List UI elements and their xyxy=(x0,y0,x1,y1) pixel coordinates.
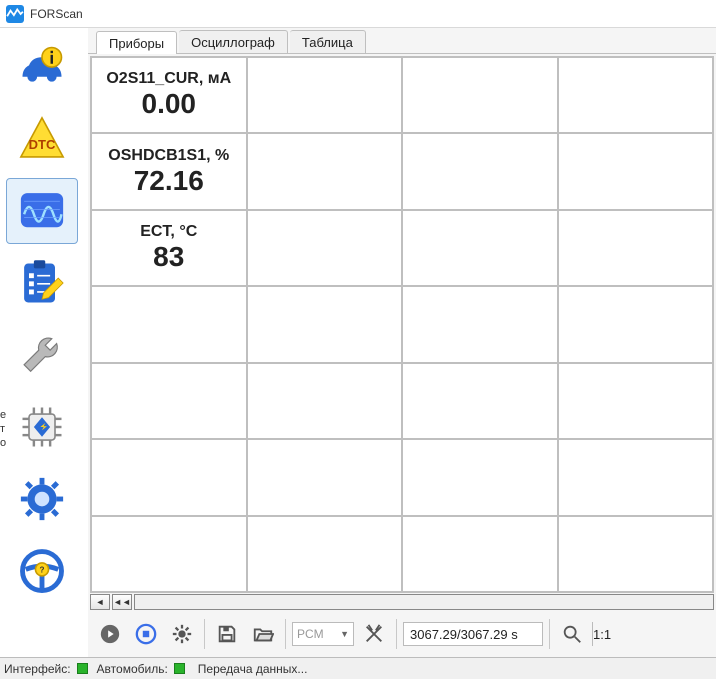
gauge-cell-empty[interactable] xyxy=(402,210,558,286)
gauge-cell-empty[interactable] xyxy=(247,516,403,592)
gauge-cell-empty[interactable] xyxy=(91,516,247,592)
gauge-cell-empty[interactable] xyxy=(402,133,558,209)
gauge-grid: O2S11_CUR, мА 0.00 OSHDCB1S1, % 72.16 EC… xyxy=(90,56,714,593)
gauge-cell-empty[interactable] xyxy=(247,363,403,439)
svg-text:?: ? xyxy=(40,566,45,575)
status-bar: Интерфейс: Автомобиль: Передача данных..… xyxy=(0,657,716,679)
horizontal-scroll: ◄ ◄◄ xyxy=(90,593,714,611)
vehicle-info-button[interactable] xyxy=(6,34,78,100)
scroll-left-button[interactable]: ◄ xyxy=(90,594,110,610)
service-button[interactable] xyxy=(6,322,78,388)
gauge-cell-empty[interactable] xyxy=(91,286,247,362)
module-combo[interactable]: PCM ▼ xyxy=(292,622,354,646)
gauge-cell-empty[interactable] xyxy=(247,57,403,133)
tab-oscillograph[interactable]: Осциллограф xyxy=(179,30,288,53)
gauge-cell-empty[interactable] xyxy=(558,516,714,592)
stop-button[interactable] xyxy=(130,618,162,650)
status-vehicle-label: Автомобиль: xyxy=(97,662,168,676)
toolbar-separator xyxy=(396,619,397,649)
oscilloscope-button[interactable] xyxy=(6,178,78,244)
scroll-fast-left-button[interactable]: ◄◄ xyxy=(112,594,132,610)
gauge-cell-empty[interactable] xyxy=(402,439,558,515)
scroll-track[interactable] xyxy=(134,594,714,610)
crossout-button[interactable] xyxy=(358,618,390,650)
gauge-cell-empty[interactable] xyxy=(91,439,247,515)
chevron-down-icon: ▼ xyxy=(340,629,349,639)
tab-table[interactable]: Таблица xyxy=(290,30,366,53)
status-interface-label: Интерфейс: xyxy=(4,662,71,676)
steering-button[interactable]: ? xyxy=(6,538,78,604)
gauge-label: OSHDCB1S1, % xyxy=(108,147,229,165)
tab-pribory[interactable]: Приборы xyxy=(96,31,177,54)
play-button[interactable] xyxy=(94,618,126,650)
zoom-display: 1:1 xyxy=(592,622,620,646)
vehicle-led-icon xyxy=(174,663,185,674)
left-toolbar: DTC xyxy=(0,28,88,657)
gauge-cell-empty[interactable] xyxy=(558,363,714,439)
gauge-cell-empty[interactable] xyxy=(402,286,558,362)
gauge-cell[interactable]: O2S11_CUR, мА 0.00 xyxy=(91,57,247,133)
svg-text:DTC: DTC xyxy=(29,137,56,152)
status-transfer-label: Передача данных... xyxy=(198,662,308,676)
toolbar-separator xyxy=(549,619,550,649)
chip-button[interactable] xyxy=(6,394,78,460)
gauge-cell-empty[interactable] xyxy=(558,57,714,133)
gauge-cell-empty[interactable] xyxy=(247,286,403,362)
toolbar-separator xyxy=(204,619,205,649)
gauge-label: O2S11_CUR, мА xyxy=(106,70,231,88)
gauge-cell[interactable]: ECT, °C 83 xyxy=(91,210,247,286)
gauge-cell-empty[interactable] xyxy=(402,516,558,592)
settings-button[interactable] xyxy=(6,466,78,532)
gauge-label: ECT, °C xyxy=(140,223,197,241)
app-icon xyxy=(6,5,24,23)
interface-led-icon xyxy=(77,663,88,674)
gauge-cell-empty[interactable] xyxy=(247,133,403,209)
gauge-cell-empty[interactable] xyxy=(247,210,403,286)
gauge-cell[interactable]: OSHDCB1S1, % 72.16 xyxy=(91,133,247,209)
gauge-cell-empty[interactable] xyxy=(402,363,558,439)
open-button[interactable] xyxy=(247,618,279,650)
gauge-value: 83 xyxy=(153,241,184,273)
cropped-decor: ето xyxy=(0,408,8,450)
gauge-value: 72.16 xyxy=(134,165,204,197)
gauge-cell-empty[interactable] xyxy=(402,57,558,133)
bottom-toolbar: PCM ▼ 3067.29/3067.29 s 1:1 xyxy=(90,613,714,655)
app-title: FORScan xyxy=(30,7,83,21)
dtc-button[interactable]: DTC xyxy=(6,106,78,172)
checklist-button[interactable] xyxy=(6,250,78,316)
gauge-cell-empty[interactable] xyxy=(558,133,714,209)
gauge-value: 0.00 xyxy=(142,88,197,120)
gauge-cell-empty[interactable] xyxy=(558,286,714,362)
save-button[interactable] xyxy=(211,618,243,650)
zoom-button[interactable] xyxy=(556,618,588,650)
gauge-cell-empty[interactable] xyxy=(247,439,403,515)
module-combo-value: PCM xyxy=(297,627,324,641)
time-display: 3067.29/3067.29 s xyxy=(403,622,543,646)
tabs-bar: Приборы Осциллограф Таблица xyxy=(88,28,716,54)
toolbar-separator xyxy=(285,619,286,649)
gauge-cell-empty[interactable] xyxy=(558,210,714,286)
gauge-cell-empty[interactable] xyxy=(558,439,714,515)
gauge-cell-empty[interactable] xyxy=(91,363,247,439)
title-bar: FORScan xyxy=(0,0,716,28)
gear-button[interactable] xyxy=(166,618,198,650)
